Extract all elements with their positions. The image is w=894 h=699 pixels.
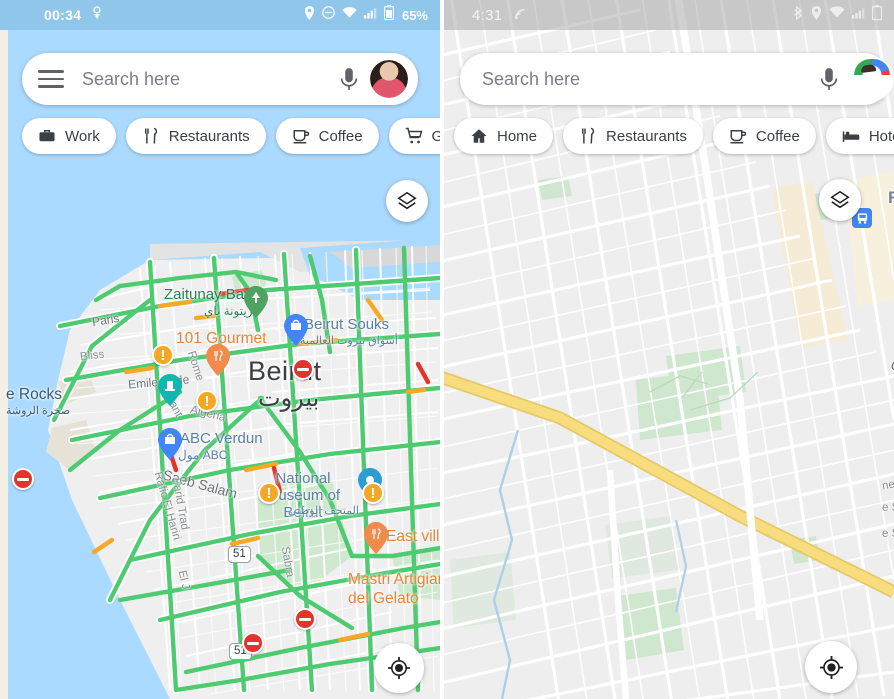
fork-knife-icon [579,127,597,145]
chip-coffee[interactable]: Coffee [275,118,379,154]
location-icon [811,5,822,25]
road-closed-icon[interactable] [294,608,316,630]
battery-icon [383,5,395,25]
road-closed-icon[interactable] [292,358,314,380]
microphone-icon[interactable] [336,66,362,92]
house-icon [470,127,488,145]
chip-label: Groceries [431,127,440,145]
my-location-icon [819,655,843,679]
right-search-bar[interactable]: Search here [460,53,894,105]
left-chip-row[interactable]: Work Restaurants Coffee Groceries [22,118,440,154]
battery-percent: 65% [401,7,428,23]
map-pin-beirut-souks[interactable] [284,314,308,346]
right-map-panel: RELINE WEST OLD M V Mountain View Steins… [440,0,894,699]
traffic-alert-icon[interactable]: ! [152,344,174,366]
account-avatar[interactable] [850,57,894,101]
right-chip-row[interactable]: Home Restaurants Coffee Hotels [454,118,894,154]
chip-restaurants[interactable]: Restaurants [563,118,703,154]
road-closed-icon[interactable] [12,468,34,490]
status-icon-group [793,5,883,25]
layers-icon [397,191,417,210]
chip-label: Coffee [755,127,800,145]
layers-button[interactable] [386,180,428,222]
left-search-bar[interactable]: Search here [22,53,418,105]
traffic-alert-icon[interactable]: ! [362,482,384,504]
panel-divider [440,0,444,699]
hamburger-menu-icon[interactable] [38,70,64,88]
my-location-button[interactable] [374,643,424,693]
bed-icon [842,127,860,145]
map-pin-abc-verdun[interactable] [158,428,182,460]
traffic-alert-icon[interactable]: ! [196,390,218,412]
bluetooth-icon [793,5,804,25]
road-closed-icon[interactable] [242,632,264,654]
avatar-photo [370,60,408,98]
map-pin-zaitunay-bay[interactable] [244,286,268,318]
shopping-cart-icon [405,127,423,145]
microphone-icon[interactable] [816,66,842,92]
status-clock: 4:31 [472,6,503,24]
coffee-cup-icon [729,127,747,145]
fork-knife-icon [142,127,160,145]
wifi-icon [342,6,357,24]
chip-label: Work [65,127,100,145]
account-avatar[interactable] [370,60,408,98]
chip-label: Coffee [318,127,363,145]
chip-hotels[interactable]: Hotels [825,118,894,154]
left-map-panel: Zaitunay Bay زيتونة باي Beirut Souks أسو… [0,0,440,699]
dual-map-screenshot: Zaitunay Bay زيتونة باي Beirut Souks أسو… [0,0,894,699]
cast-icon [514,5,529,25]
status-icon-group: 65% [304,5,428,25]
chip-label: Hotels [868,127,894,145]
traffic-alert-icon[interactable]: ! [258,482,280,504]
avatar-ring [850,57,894,101]
chip-restaurants[interactable]: Restaurants [125,118,266,154]
wifi-icon [829,6,845,24]
left-status-bar: 00:34 65% [0,0,440,30]
chip-work[interactable]: Work [22,118,116,154]
cell-signal-icon [363,6,377,24]
briefcase-icon [38,127,56,145]
chip-label: Home [497,127,538,145]
layers-icon [830,190,850,209]
search-input[interactable]: Search here [482,69,816,90]
chip-label: Restaurants [168,127,250,145]
do-not-disturb-icon [322,6,335,24]
bluetooth-audio-icon [91,5,103,25]
right-status-bar: 4:31 [440,0,894,30]
search-input[interactable]: Search here [82,69,336,90]
chip-label: Restaurants [606,127,687,145]
map-pin-restaurant-hamra[interactable] [206,344,230,376]
cell-signal-icon [852,6,865,24]
status-clock: 00:34 [44,7,82,23]
location-icon [304,5,315,25]
map-pin-pigeon-rocks[interactable] [158,374,182,406]
coffee-cup-icon [292,127,310,145]
chip-coffee[interactable]: Coffee [712,118,816,154]
layers-button[interactable] [819,179,861,221]
my-location-icon [388,657,410,679]
chip-groceries[interactable]: Groceries [388,118,440,154]
map-pin-east-village[interactable] [364,522,388,554]
map-shield-51-a: 51 [228,546,251,563]
my-location-button[interactable] [805,641,857,693]
chip-home[interactable]: Home [454,118,554,154]
battery-icon [871,5,883,25]
